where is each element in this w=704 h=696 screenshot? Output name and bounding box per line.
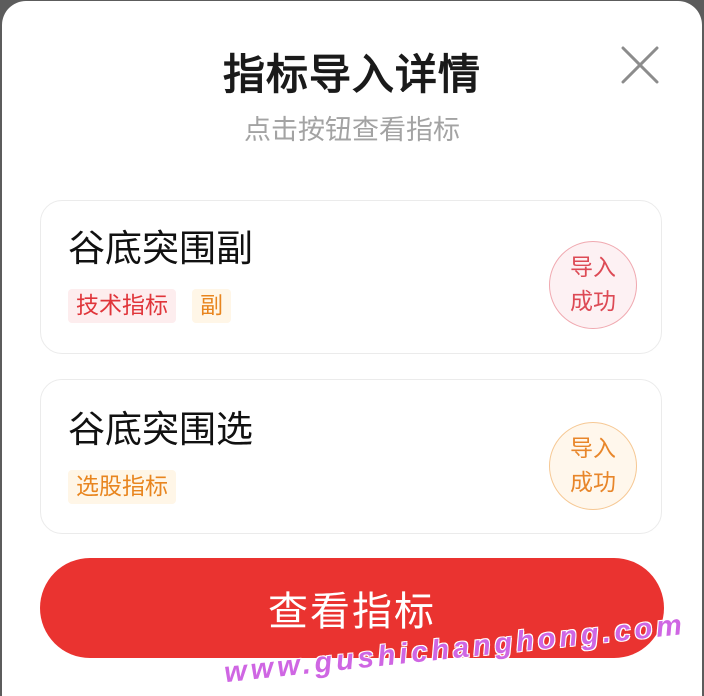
indicator-tags: 技术指标 副: [68, 289, 231, 323]
view-indicators-button[interactable]: 查看指标: [40, 558, 664, 658]
indicator-name: 谷底突围选: [68, 408, 253, 451]
stamp-line-1: 导入: [570, 255, 616, 281]
import-success-stamp: 导入 成功: [549, 241, 637, 329]
stamp-line-1: 导入: [570, 436, 616, 462]
indicator-tags: 选股指标: [68, 470, 176, 504]
import-success-stamp: 导入 成功: [549, 422, 637, 510]
dialog-subtitle: 点击按钮查看指标: [244, 115, 460, 146]
indicator-card: 谷底突围选 选股指标 导入 成功: [40, 379, 662, 534]
stamp-line-2: 成功: [570, 289, 616, 315]
tag-sub-chart: 副: [192, 289, 231, 323]
dialog-title: 指标导入详情: [222, 50, 481, 99]
indicator-card: 谷底突围副 技术指标 副 导入 成功: [40, 200, 662, 354]
tag-technical-indicator: 技术指标: [68, 289, 176, 323]
indicator-name: 谷底突围副: [68, 227, 253, 270]
close-icon[interactable]: [620, 45, 660, 85]
indicator-import-dialog: 指标导入详情 点击按钮查看指标 谷底突围副 技术指标 副 导入 成功 谷底突围选…: [2, 1, 702, 696]
tag-stock-selection-indicator: 选股指标: [68, 470, 176, 504]
stamp-line-2: 成功: [570, 470, 616, 496]
